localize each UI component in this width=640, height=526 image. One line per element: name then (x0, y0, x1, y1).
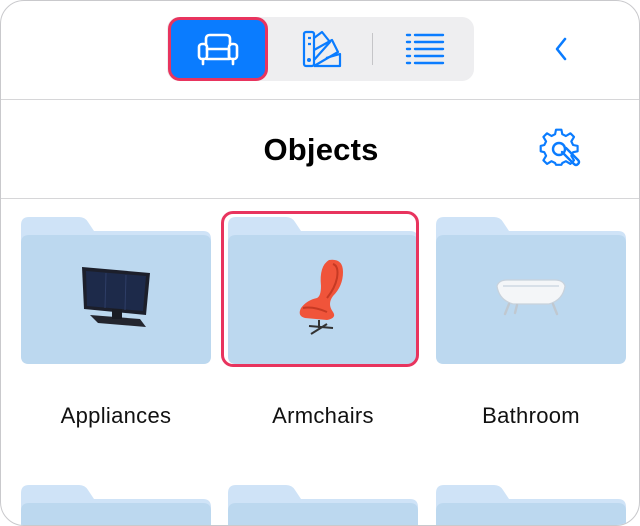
toolbar (1, 1, 639, 100)
category-label: Bathroom (482, 403, 580, 428)
settings-button[interactable] (536, 127, 584, 171)
materials-tab-button[interactable] (277, 17, 367, 81)
objects-tab-button[interactable] (168, 17, 268, 81)
gear-wrench-icon (539, 128, 581, 167)
panel-header: Objects (1, 100, 639, 199)
category-thumbnail (436, 217, 626, 364)
list-icon (405, 33, 444, 65)
chevron-left-icon (555, 37, 567, 61)
category-label: Appliances (60, 403, 172, 428)
television-icon (82, 266, 150, 327)
category-thumbnail (21, 217, 211, 364)
bathtub-icon (496, 278, 566, 315)
color-swatch-icon (302, 30, 342, 68)
objects-panel: Objects Appliances Armchairs Bathroom (0, 0, 640, 526)
egg-chair-icon (299, 259, 343, 335)
list-tab-button[interactable] (377, 17, 472, 81)
folder-icon[interactable] (21, 485, 211, 526)
segment-divider (372, 33, 373, 65)
folder-icon[interactable] (436, 485, 626, 526)
category-thumbnail (228, 217, 418, 364)
back-button[interactable] (543, 31, 579, 67)
armchair-icon (197, 33, 239, 66)
category-label: Armchairs (272, 403, 374, 428)
folder-icon[interactable] (228, 485, 418, 526)
segmented-control (167, 17, 474, 81)
